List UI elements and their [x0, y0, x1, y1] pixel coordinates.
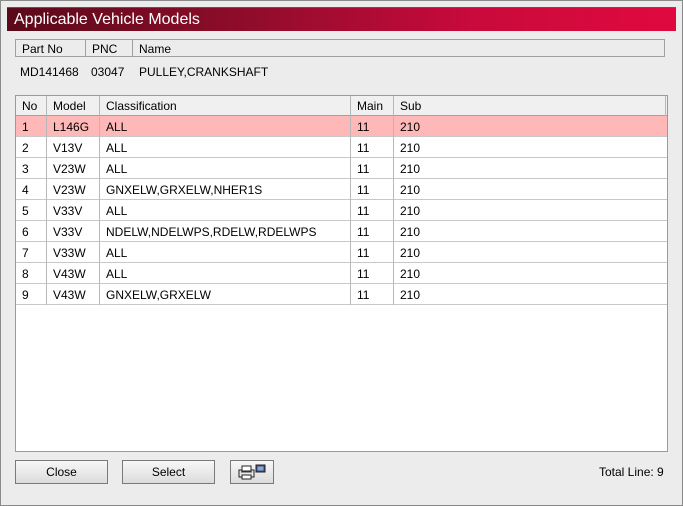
- cell-model: V33W: [53, 246, 86, 260]
- col-header-classification[interactable]: Classification: [106, 99, 177, 113]
- vehicle-models-table[interactable]: No Model Classification Main Sub 1 L146G A…: [15, 95, 668, 452]
- cell-main: 11: [357, 225, 370, 239]
- table-row[interactable]: 8 V43W ALL 11 210: [16, 263, 667, 284]
- print-button[interactable]: [230, 460, 274, 484]
- cell-no: 6: [22, 225, 29, 239]
- cell-model: V43W: [53, 267, 86, 281]
- dialog-window: Applicable Vehicle Models Part No PNC Na…: [0, 0, 683, 506]
- cell-sub: 210: [400, 162, 421, 176]
- cell-main: 11: [357, 246, 370, 260]
- table-header: No Model Classification Main Sub: [16, 96, 667, 116]
- close-button[interactable]: Close: [15, 460, 108, 484]
- total-lines-label: Total Line: 9: [599, 465, 664, 479]
- table-row[interactable]: 6 V33V NDELW,NDELWPS,RDELW,RDELWPS 11 210: [16, 221, 667, 242]
- table-row[interactable]: 1 L146G ALL 11 210: [16, 116, 667, 137]
- cell-model: V23W: [53, 183, 86, 197]
- cell-main: 11: [357, 267, 370, 281]
- table-row[interactable]: 5 V33V ALL 11 210: [16, 200, 667, 221]
- pnc-value: 03047: [91, 65, 125, 79]
- cell-no: 4: [22, 183, 29, 197]
- column-divider: [99, 96, 100, 305]
- cell-sub: 210: [400, 120, 421, 134]
- select-button[interactable]: Select: [122, 460, 215, 484]
- part-info-header: Part No PNC Name: [15, 39, 665, 57]
- table-row[interactable]: 3 V23W ALL 11 210: [16, 158, 667, 179]
- cell-model: L146G: [53, 120, 90, 134]
- table-row[interactable]: 2 V13V ALL 11 210: [16, 137, 667, 158]
- column-divider: [393, 96, 394, 305]
- cell-main: 11: [357, 162, 370, 176]
- cell-no: 7: [22, 246, 29, 260]
- name-header: Name: [139, 42, 172, 56]
- cell-model: V13V: [53, 141, 83, 155]
- cell-model: V23W: [53, 162, 86, 176]
- cell-classification: ALL: [106, 267, 128, 281]
- col-header-main[interactable]: Main: [357, 99, 383, 113]
- cell-main: 11: [357, 183, 370, 197]
- cell-classification: GNXELW,GRXELW,NHER1S: [106, 183, 263, 197]
- table-row[interactable]: 4 V23W GNXELW,GRXELW,NHER1S 11 210: [16, 179, 667, 200]
- col-header-model[interactable]: Model: [53, 99, 86, 113]
- table-row[interactable]: 9 V43W GNXELW,GRXELW 11 210: [16, 284, 667, 305]
- printer-icon: [237, 464, 267, 487]
- cell-classification: ALL: [106, 204, 128, 218]
- cell-sub: 210: [400, 225, 421, 239]
- col-header-no[interactable]: No: [22, 99, 37, 113]
- cell-sub: 210: [400, 246, 421, 260]
- cell-no: 5: [22, 204, 29, 218]
- table-row[interactable]: 7 V33W ALL 11 210: [16, 242, 667, 263]
- cell-classification: ALL: [106, 141, 128, 155]
- cell-no: 8: [22, 267, 29, 281]
- header-divider: [85, 40, 86, 56]
- header-divider: [132, 40, 133, 56]
- column-divider: [665, 96, 666, 116]
- cell-model: V43W: [53, 288, 86, 302]
- column-divider: [350, 96, 351, 305]
- cell-model: V33V: [53, 204, 83, 218]
- cell-classification: GNXELW,GRXELW: [106, 288, 211, 302]
- part-info-panel: Part No PNC Name MD141468 03047 PULLEY,C…: [15, 39, 665, 89]
- cell-classification: ALL: [106, 162, 128, 176]
- part-no-header: Part No: [22, 42, 63, 56]
- cell-sub: 210: [400, 204, 421, 218]
- cell-sub: 210: [400, 267, 421, 281]
- cell-sub: 210: [400, 141, 421, 155]
- cell-main: 11: [357, 204, 370, 218]
- cell-sub: 210: [400, 183, 421, 197]
- cell-no: 9: [22, 288, 29, 302]
- cell-main: 11: [357, 288, 370, 302]
- part-no-value: MD141468: [20, 65, 79, 79]
- name-value: PULLEY,CRANKSHAFT: [139, 65, 269, 79]
- cell-no: 3: [22, 162, 29, 176]
- cell-sub: 210: [400, 288, 421, 302]
- cell-no: 2: [22, 141, 29, 155]
- cell-main: 11: [357, 120, 370, 134]
- window-title: Applicable Vehicle Models: [7, 7, 676, 31]
- cell-classification: ALL: [106, 246, 128, 260]
- cell-model: V33V: [53, 225, 83, 239]
- column-divider: [46, 96, 47, 305]
- pnc-header: PNC: [92, 42, 118, 56]
- cell-no: 1: [22, 120, 29, 134]
- col-header-sub[interactable]: Sub: [400, 99, 421, 113]
- cell-main: 11: [357, 141, 370, 155]
- cell-classification: ALL: [106, 120, 128, 134]
- cell-classification: NDELW,NDELWPS,RDELW,RDELWPS: [106, 225, 317, 239]
